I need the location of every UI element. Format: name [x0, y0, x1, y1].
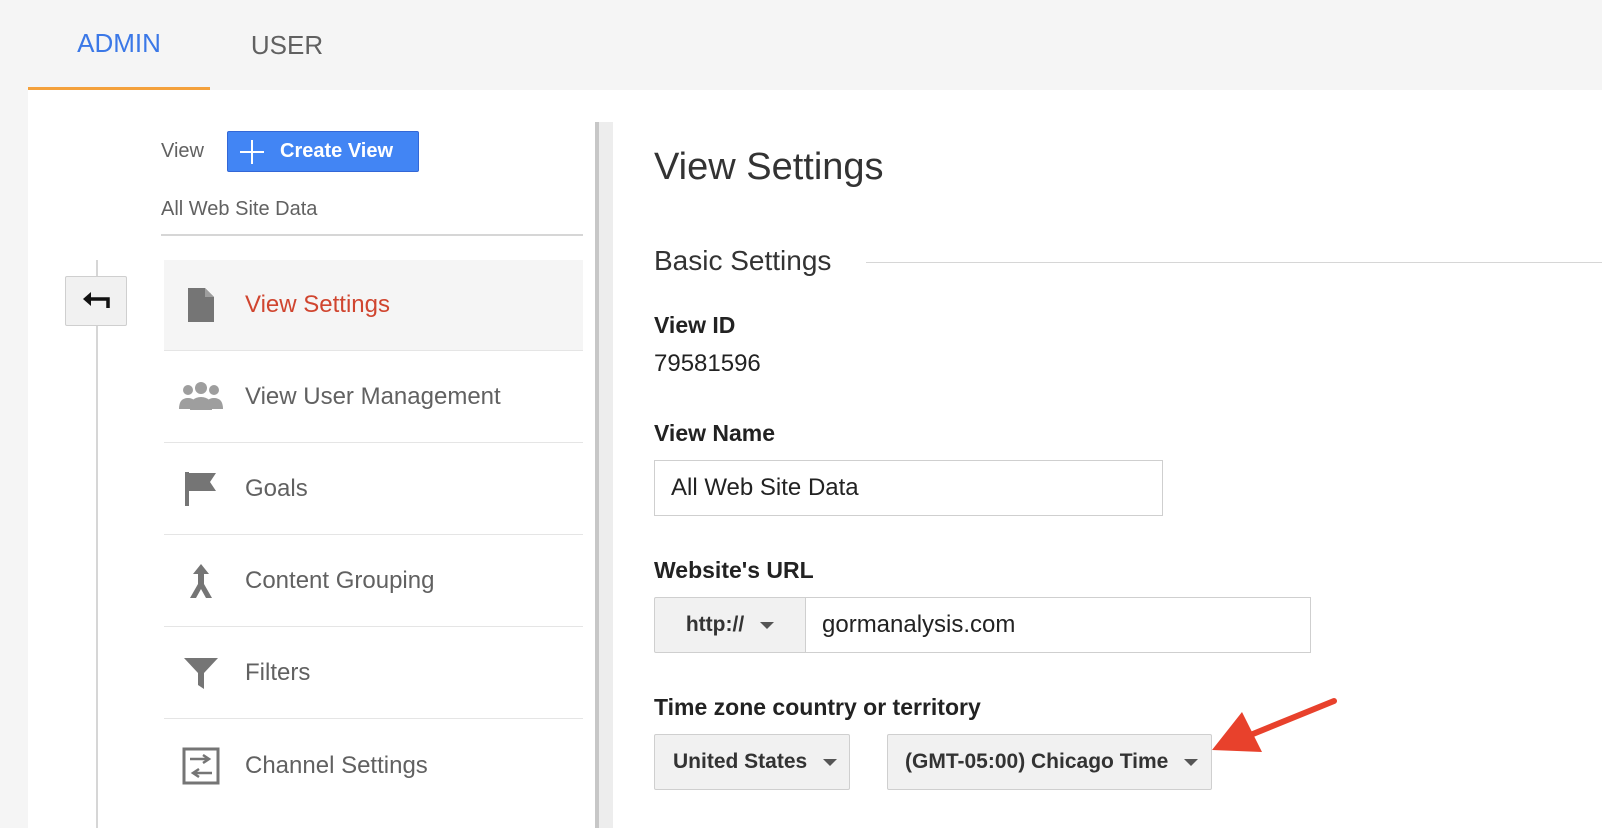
website-url-input[interactable]: gormanalysis.com: [805, 597, 1311, 653]
sidebar-item-view-user-management[interactable]: View User Management: [164, 352, 583, 443]
url-protocol-value: http://: [685, 613, 745, 636]
section-divider: [866, 262, 1602, 263]
view-name-label: View Name: [654, 420, 776, 446]
back-arrow-icon: [83, 292, 110, 308]
sidebar-item-channel-settings[interactable]: Channel Settings: [164, 720, 583, 811]
sidebar-item-content-grouping[interactable]: Content Grouping: [164, 536, 583, 627]
url-protocol-dropdown[interactable]: http://: [654, 597, 806, 653]
sidebar-item-label: Goals: [245, 475, 308, 502]
view-column-label: View: [161, 140, 204, 162]
website-url-label: Website's URL: [654, 557, 814, 583]
sidebar-item-label: Content Grouping: [245, 567, 435, 594]
timezone-country-dropdown[interactable]: United States: [654, 734, 850, 790]
view-name-input[interactable]: All Web Site Data: [654, 460, 1163, 516]
create-view-button[interactable]: Create View: [227, 131, 419, 172]
chevron-down-icon: [1184, 758, 1199, 766]
create-view-label: Create View: [280, 140, 394, 162]
document-icon: [178, 282, 224, 328]
admin-header: ADMIN USER: [0, 0, 1602, 90]
view-id-value: 79581596: [654, 350, 761, 377]
section-title: Basic Settings: [654, 245, 832, 276]
page-title: View Settings: [654, 146, 884, 188]
chevron-down-icon: [823, 758, 838, 766]
sidebar-item-label: Filters: [245, 659, 311, 686]
timezone-dropdown[interactable]: (GMT-05:00) Chicago Time: [887, 734, 1212, 790]
flag-icon: [178, 466, 224, 512]
timezone-label: Time zone country or territory: [654, 694, 981, 720]
timezone-country-value: United States: [673, 750, 808, 773]
column-scrollbar[interactable]: [595, 122, 613, 828]
sidebar-item-goals[interactable]: Goals: [164, 444, 583, 535]
view-id-label: View ID: [654, 312, 736, 338]
chevron-down-icon: [760, 621, 775, 629]
tab-admin[interactable]: ADMIN: [28, 0, 210, 90]
tab-user[interactable]: USER: [212, 0, 362, 90]
sidebar-item-view-settings[interactable]: View Settings: [164, 260, 583, 351]
sidebar-item-label: Channel Settings: [245, 751, 428, 779]
tree-connector-line: [96, 260, 98, 828]
users-icon: [178, 374, 224, 420]
sidebar-item-label: View Settings: [245, 291, 390, 318]
channel-settings-icon: [178, 743, 224, 789]
sidebar-item-label: View User Management: [245, 383, 501, 410]
back-button[interactable]: [65, 276, 127, 326]
sidebar-item-filters[interactable]: Filters: [164, 628, 583, 719]
view-selector[interactable]: All Web Site Data: [161, 198, 583, 236]
plus-icon: [240, 139, 264, 164]
content-grouping-icon: [178, 558, 224, 604]
timezone-value: (GMT-05:00) Chicago Time: [905, 750, 1169, 773]
filter-icon: [178, 650, 224, 696]
annotation-arrow-icon: [1212, 698, 1337, 752]
